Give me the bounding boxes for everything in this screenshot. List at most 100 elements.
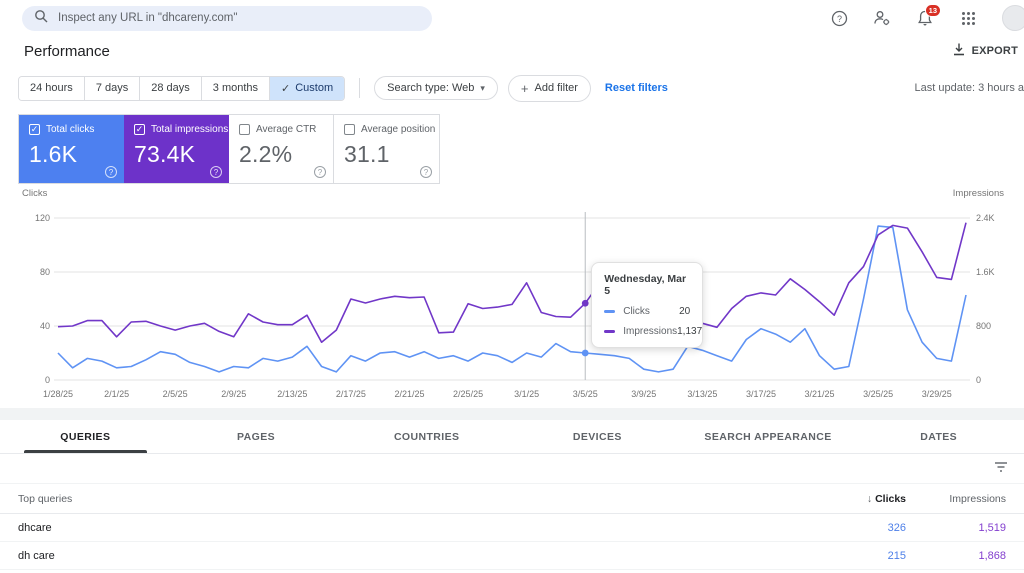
svg-text:3/29/25: 3/29/25: [922, 389, 952, 399]
chart-tooltip: Wednesday, Mar 5 Clicks 20 Impressions 1…: [591, 262, 703, 348]
svg-text:3/9/25: 3/9/25: [631, 389, 656, 399]
svg-text:3/13/25: 3/13/25: [687, 389, 717, 399]
range-chip-24-hours[interactable]: 24 hours: [19, 77, 85, 100]
impressions-cell: 1,519: [906, 522, 1006, 534]
last-update-text: Last update: 3 hours a: [915, 82, 1024, 94]
table-header: Top queries ↓Clicks Impressions: [0, 484, 1024, 514]
divider: [359, 78, 360, 98]
metric-value: 73.4K: [134, 141, 219, 168]
download-icon: [953, 43, 965, 59]
impressions-column-header[interactable]: Impressions: [906, 493, 1006, 505]
clicks-cell: 215: [796, 550, 906, 562]
range-chip-label: 28 days: [151, 82, 190, 94]
svg-text:?: ?: [836, 14, 841, 24]
tab-search-appearance[interactable]: SEARCH APPEARANCE: [683, 420, 854, 453]
impressions-cell: 1,868: [906, 550, 1006, 562]
add-filter-button[interactable]: + Add filter: [508, 75, 591, 102]
svg-text:2.4K: 2.4K: [976, 213, 995, 223]
export-label: EXPORT: [972, 45, 1018, 57]
sort-descending-icon: ↓: [867, 493, 872, 505]
metric-label: Total clicks: [46, 124, 94, 135]
table-row[interactable]: dh care2151,868: [0, 542, 1024, 570]
tab-devices[interactable]: DEVICES: [512, 420, 683, 453]
query-cell: dh care: [18, 550, 796, 562]
left-axis-title: Clicks: [22, 188, 47, 202]
svg-text:120: 120: [35, 213, 50, 223]
svg-text:1.6K: 1.6K: [976, 267, 995, 277]
svg-text:3/1/25: 3/1/25: [514, 389, 539, 399]
date-range-chips: 24 hours 7 days 28 days 3 months ✓Custom: [18, 76, 345, 101]
search-type-filter[interactable]: Search type: Web ▾: [374, 76, 498, 100]
apps-grid-icon[interactable]: [959, 9, 977, 27]
account-avatar[interactable]: [1002, 5, 1024, 31]
range-chip-3-months[interactable]: 3 months: [202, 77, 270, 100]
tooltip-series-value: 1,137: [677, 326, 702, 337]
table-body: dhcare3261,519dh care2151,868: [0, 514, 1024, 570]
help-icon[interactable]: ?: [210, 166, 222, 178]
tooltip-row-clicks: Clicks 20: [604, 306, 690, 317]
range-chip-28-days[interactable]: 28 days: [140, 77, 202, 100]
svg-text:3/5/25: 3/5/25: [573, 389, 598, 399]
performance-chart: Clicks Impressions 1202.4K801.6K40800001…: [0, 188, 1024, 402]
metric-label: Total impressions: [151, 124, 228, 135]
range-chip-7-days[interactable]: 7 days: [85, 77, 140, 100]
table-row[interactable]: dhcare3261,519: [0, 514, 1024, 542]
url-inspect-search-bar[interactable]: [22, 6, 432, 31]
average-position-card[interactable]: Average position 31.1 ?: [334, 115, 439, 183]
line-chart[interactable]: 1202.4K801.6K40800001/28/252/1/252/5/252…: [18, 202, 1006, 402]
impressions-legend-dash: [604, 330, 615, 333]
filter-list-icon[interactable]: [994, 460, 1008, 478]
total-clicks-card[interactable]: ✓Total clicks 1.6K ?: [19, 115, 124, 183]
help-icon[interactable]: ?: [420, 166, 432, 178]
search-input[interactable]: [58, 12, 420, 24]
range-chip-custom[interactable]: ✓Custom: [270, 77, 344, 100]
metric-label: Average position: [361, 124, 435, 135]
notification-badge: 13: [925, 4, 941, 17]
range-chip-label: 24 hours: [30, 82, 73, 94]
dimension-tabs: QUERIESPAGESCOUNTRIESDEVICESSEARCH APPEA…: [0, 420, 1024, 454]
query-cell: dhcare: [18, 522, 796, 534]
svg-text:2/13/25: 2/13/25: [277, 389, 307, 399]
svg-text:40: 40: [40, 321, 50, 331]
svg-text:2/21/25: 2/21/25: [394, 389, 424, 399]
table-toolbar: [0, 454, 1024, 484]
svg-text:3/17/25: 3/17/25: [746, 389, 776, 399]
checkbox-icon[interactable]: [344, 124, 355, 135]
search-icon: [34, 9, 48, 28]
range-chip-label: 3 months: [213, 82, 258, 94]
topbar: ? 13: [0, 0, 1024, 30]
tab-dates[interactable]: DATES: [853, 420, 1024, 453]
total-impressions-card[interactable]: ✓ Total impressions 73.4K ?: [124, 115, 229, 183]
svg-text:2/9/25: 2/9/25: [221, 389, 246, 399]
dimensions-table-card: QUERIESPAGESCOUNTRIESDEVICESSEARCH APPEA…: [0, 420, 1024, 570]
tab-countries[interactable]: COUNTRIES: [341, 420, 512, 453]
metric-cards: ✓Total clicks 1.6K ? ✓Total impressions …: [18, 114, 440, 184]
title-row: Performance EXPORT: [0, 30, 1024, 72]
plus-icon: +: [521, 81, 529, 96]
tab-queries[interactable]: QUERIES: [0, 420, 171, 453]
svg-text:800: 800: [976, 321, 991, 331]
user-settings-icon[interactable]: [873, 9, 891, 27]
tab-pages[interactable]: PAGES: [171, 420, 342, 453]
help-icon[interactable]: ?: [105, 166, 117, 178]
help-icon[interactable]: ?: [830, 9, 848, 27]
range-chip-label: Custom: [295, 82, 333, 94]
checkbox-icon[interactable]: ✓: [134, 124, 145, 135]
help-icon[interactable]: ?: [314, 166, 326, 178]
notifications-bell-icon[interactable]: 13: [916, 9, 934, 27]
metric-label: Average CTR: [256, 124, 316, 135]
reset-filters-link[interactable]: Reset filters: [605, 82, 668, 94]
svg-text:1/28/25: 1/28/25: [43, 389, 73, 399]
top-queries-header[interactable]: Top queries: [18, 493, 796, 505]
export-button[interactable]: EXPORT: [953, 43, 1018, 59]
add-filter-label: Add filter: [535, 82, 578, 94]
checkbox-icon[interactable]: ✓: [29, 124, 40, 135]
average-ctr-card[interactable]: Average CTR 2.2% ?: [229, 115, 334, 183]
right-axis-title: Impressions: [953, 188, 1004, 202]
filter-row: 24 hours 7 days 28 days 3 months ✓Custom Sea…: [0, 72, 1024, 104]
clicks-legend-dash: [604, 310, 615, 313]
clicks-cell: 326: [796, 522, 906, 534]
checkbox-icon[interactable]: [239, 124, 250, 135]
clicks-column-header[interactable]: ↓Clicks: [796, 493, 906, 505]
metric-value: 2.2%: [239, 141, 323, 168]
